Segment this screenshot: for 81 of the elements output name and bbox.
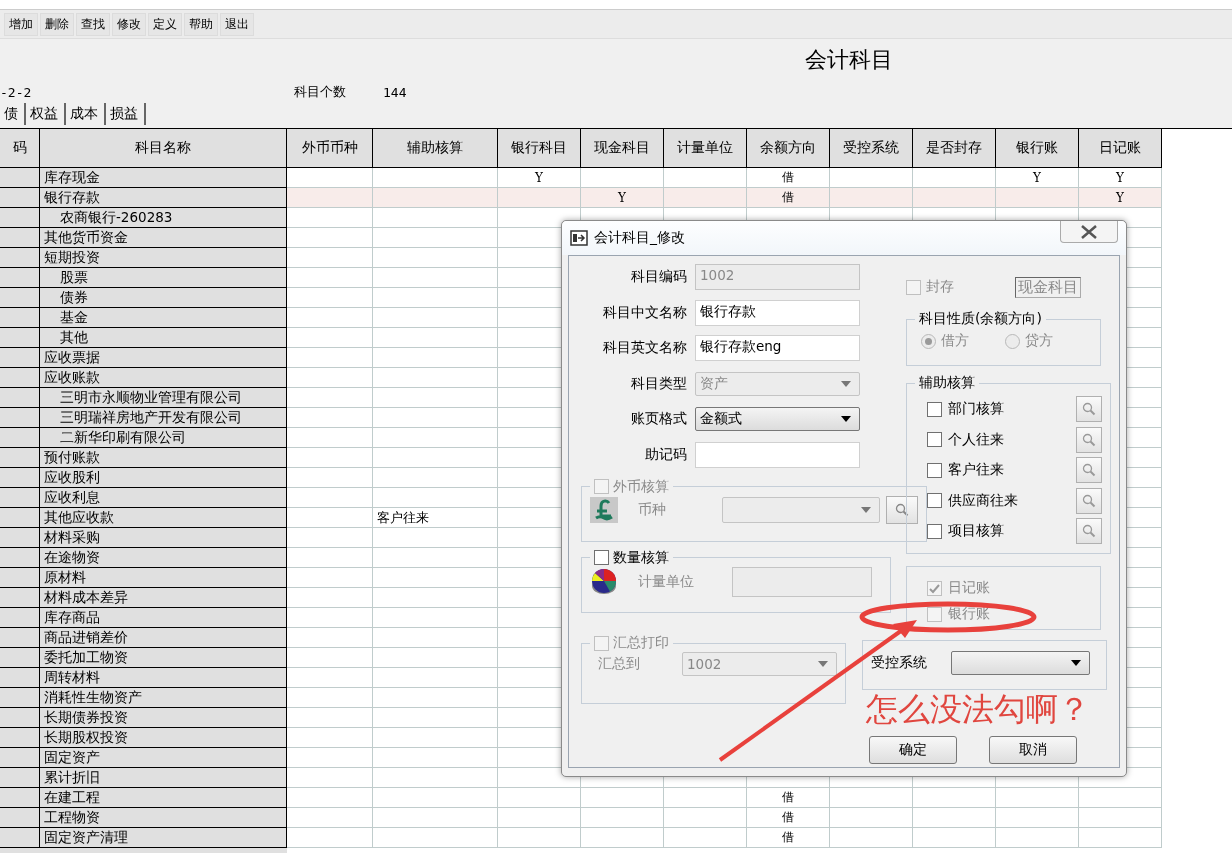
table-cell: 消耗性生物资产: [44, 688, 142, 707]
table-cell: 债券: [60, 288, 88, 307]
table-cell: 短期投资: [44, 248, 100, 267]
table-cell: 固定资产清理: [44, 828, 128, 847]
column-header: 是否封存: [913, 129, 996, 168]
table-cell: 其他: [60, 328, 88, 347]
date-text: -2-2: [0, 84, 33, 100]
table-cell: 借: [782, 809, 794, 826]
radio-label: 借方: [941, 332, 969, 350]
table-cell: Y: [535, 170, 543, 185]
table-cell: 借: [782, 169, 794, 186]
table-cell: 库存商品: [44, 608, 100, 627]
table-cell: 借: [782, 189, 794, 206]
table-cell: Y: [1033, 170, 1041, 185]
table-cell: Y: [618, 190, 626, 205]
column-header: 计量单位: [664, 129, 747, 168]
table-cell: 周转材料: [44, 668, 100, 687]
table-cell: 其他货币资金: [44, 228, 128, 247]
table-cell: 银行存款: [44, 188, 100, 207]
table-cell: 累计折旧: [44, 768, 100, 787]
checkbox-label: 个人往来: [948, 430, 1005, 449]
table-cell: 商品进销差价: [44, 628, 128, 647]
table-cell: 股票: [60, 268, 88, 287]
column-header: 码: [0, 129, 40, 168]
table-cell: Y: [1116, 170, 1124, 185]
dialog-title: 会计科目_修改: [594, 229, 685, 247]
column-header: 银行科目: [498, 129, 581, 168]
subject-type-label: 现金科目: [1015, 276, 1081, 298]
table-cell: 应收股利: [44, 468, 100, 487]
group-title: 辅助核算: [919, 374, 975, 392]
table-cell: 三明市永顺物业管理有限公司: [60, 388, 242, 407]
checkbox-label: 客户往来: [948, 461, 1005, 479]
page-title: 会计科目: [805, 46, 893, 74]
table-cell: 应收账款: [44, 368, 100, 387]
table-cell: 借: [782, 829, 794, 846]
table-cell: 其他应收款: [44, 508, 114, 527]
field-label: 计量单位: [637, 572, 695, 591]
table-cell: 基金: [60, 308, 88, 327]
table-cell: 农商银行-260283: [60, 208, 173, 227]
table-cell: 应收票据: [44, 348, 100, 367]
checkbox-label: 封存: [926, 278, 954, 296]
field-label: 科目英文名称: [602, 339, 688, 357]
column-header: 现金科目: [581, 129, 664, 168]
field-label: 账页格式: [630, 410, 688, 428]
table-cell: 长期股权投资: [44, 728, 128, 747]
field-label: 科目编码: [630, 268, 688, 286]
group-title: 数量核算: [613, 548, 669, 567]
table-cell: 客户往来: [377, 508, 429, 527]
checkbox-label: 部门核算: [948, 400, 1005, 418]
table-cell: Y: [1116, 190, 1124, 205]
column-header: 日记账: [1079, 129, 1162, 168]
column-header: 银行账: [996, 129, 1079, 168]
column-header: 科目名称: [40, 129, 287, 168]
table-cell: 在途物资: [44, 548, 100, 567]
group-title: 科目性质(余额方向): [919, 310, 1042, 328]
table-cell: 长期债券投资: [44, 708, 128, 727]
table-cell: 预付账款: [44, 448, 100, 467]
table-cell: 借: [782, 789, 794, 806]
table-cell: 原材料: [44, 568, 86, 587]
table-cell: 在建工程: [44, 788, 100, 807]
field-label: 科目类型: [630, 374, 688, 393]
column-header: 外币币种: [287, 129, 373, 168]
table-cell: 固定资产: [44, 748, 100, 767]
count-label: 科目个数: [294, 83, 347, 101]
field-label: 助记码: [644, 445, 688, 464]
table-cell: 工程物资: [44, 808, 100, 827]
table-cell: 材料采购: [44, 528, 100, 547]
radio-label: 贷方: [1025, 332, 1053, 350]
table-cell: 应收利息: [44, 488, 100, 507]
table-cell: 委托加工物资: [44, 648, 128, 667]
checkbox-label: 供应商往来: [948, 491, 1019, 510]
column-header: 余额方向: [747, 129, 830, 168]
table-cell: 材料成本差异: [44, 588, 128, 607]
field-label: 科目中文名称: [602, 303, 688, 322]
count-value: 144: [383, 84, 407, 100]
table-cell: 库存现金: [44, 168, 100, 187]
checkbox-label: 银行账: [948, 605, 990, 623]
table-cell: 二新华印刷有限公司: [60, 428, 186, 447]
column-header: 受控系统: [830, 129, 913, 168]
column-header: 辅助核算: [373, 129, 498, 168]
table-cell: 三明瑞祥房地产开发有限公司: [60, 408, 242, 427]
